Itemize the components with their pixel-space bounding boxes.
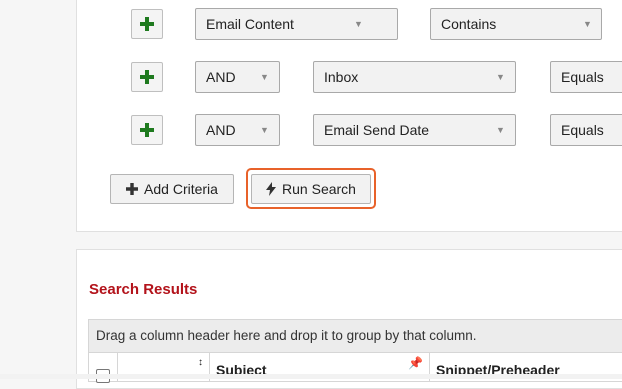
operator-select-value: AND	[206, 69, 236, 85]
plus-icon	[140, 70, 154, 84]
field-select[interactable]: Email Content ▼	[195, 8, 398, 40]
plus-icon	[140, 17, 154, 31]
chevron-down-icon: ▼	[496, 72, 505, 82]
add-criteria-label: Add Criteria	[144, 181, 218, 197]
condition-select-value: Equals	[561, 122, 604, 138]
field-select[interactable]: Email Send Date ▼	[313, 114, 516, 146]
plus-icon	[140, 123, 154, 137]
sort-icon[interactable]: ↕	[198, 357, 203, 368]
condition-select[interactable]: Equals	[550, 61, 622, 93]
search-results-title: Search Results	[89, 281, 198, 298]
add-row-button[interactable]	[131, 62, 163, 92]
pin-icon[interactable]: 📌	[408, 356, 423, 370]
add-row-button[interactable]	[131, 9, 163, 39]
field-select[interactable]: Inbox ▼	[313, 61, 516, 93]
add-criteria-button[interactable]: Add Criteria	[110, 174, 234, 204]
group-by-drop-zone[interactable]: Drag a column header here and drop it to…	[88, 319, 622, 353]
condition-select[interactable]: Equals	[550, 114, 622, 146]
condition-select-value: Contains	[441, 16, 497, 32]
chevron-down-icon: ▼	[354, 19, 363, 29]
field-select-value: Email Content	[206, 16, 294, 32]
bottom-edge	[0, 374, 622, 379]
field-select-value: Email Send Date	[324, 122, 430, 138]
condition-select-value: Equals	[561, 69, 604, 85]
chevron-down-icon: ▼	[496, 125, 505, 135]
add-row-button[interactable]	[131, 115, 163, 145]
operator-select[interactable]: AND ▼	[195, 114, 280, 146]
plus-icon	[126, 183, 139, 195]
operator-select[interactable]: AND ▼	[195, 61, 280, 93]
chevron-down-icon: ▼	[260, 72, 269, 82]
condition-select[interactable]: Contains ▼	[430, 8, 602, 40]
run-search-highlight	[246, 168, 376, 209]
chevron-down-icon: ▼	[583, 19, 592, 29]
operator-select-value: AND	[206, 122, 236, 138]
chevron-down-icon: ▼	[260, 125, 269, 135]
field-select-value: Inbox	[324, 69, 359, 85]
